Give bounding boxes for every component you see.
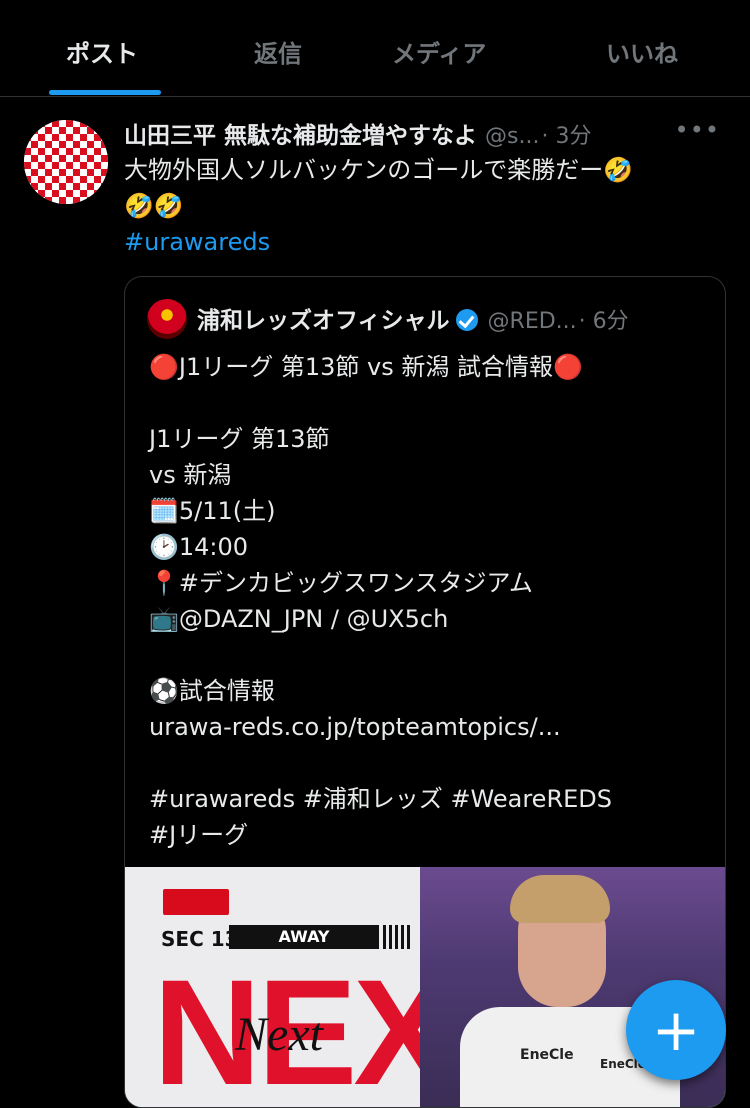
jleague-logo [163,889,229,915]
quote-line: 📍#デンカビッグスワンスタジアム [149,569,533,597]
tweet-text-line: 大物外国人ソルバッケンのゴールで楽勝だー🤣 [124,156,634,184]
quote-line: 🔴J1リーグ 第13節 vs 新潟 試合情報🔴 [149,353,583,381]
quote-display-name[interactable]: 浦和レッズオフィシャル [197,308,450,334]
quote-handle[interactable]: @RED... [488,309,577,334]
quote-line-gap [149,637,709,673]
sponsor-label: EneCle [520,1047,574,1063]
tab-replies[interactable]: 返信 [254,34,302,69]
quote-header: 浦和レッズオフィシャル @RED...· 6分 [197,301,717,337]
quote-hashtags[interactable]: #urawareds #浦和レッズ #WeareREDS [149,781,709,817]
quote-avatar[interactable] [147,299,187,339]
tab-media[interactable]: メディア [392,34,486,69]
quote-line: ⚽試合情報 [149,677,275,705]
player-hair [510,875,610,923]
display-name[interactable]: 山田三平 無駄な補助金増やすなよ [124,123,477,149]
plus-icon: + [651,996,701,1064]
active-tab-indicator [49,90,161,95]
more-horizontal-icon[interactable]: ••• [675,116,720,144]
tweet-header: 山田三平 無駄な補助金増やすなよ @s...· 3分 ••• [124,116,724,152]
quote-line-gap [149,745,709,781]
quote-line: 🕑14:00 [149,533,249,561]
match-graphic-left: SEC 13 AWAY NEXT Next [125,867,541,1107]
profile-tabs: ポスト 返信 メディア いいね [0,0,750,97]
quote-line: 📺@DAZN_JPN / @UX5ch [149,605,449,633]
handle[interactable]: @s... [485,124,539,149]
verified-badge-icon [455,309,478,331]
tweet-text-line: 🤣🤣 [124,192,184,220]
next-script-text: Next [235,1008,323,1061]
tab-posts[interactable]: ポスト [66,34,138,69]
hashtag-link[interactable]: #urawareds [124,224,724,260]
barcode-graphic [383,925,411,949]
quote-line: vs 新潟 [149,461,232,489]
quote-line: J1リーグ 第13節 [149,425,330,453]
away-label: AWAY [229,925,379,949]
tab-likes[interactable]: いいね [606,34,678,69]
quote-text: 🔴J1リーグ 第13節 vs 新潟 試合情報🔴 J1リーグ 第13節 vs 新潟… [149,349,709,853]
compose-button[interactable]: + [626,980,726,1080]
quote-link[interactable]: urawa-reds.co.jp/topteamtopics/... [149,709,709,745]
timestamp[interactable]: · 3分 [541,124,591,149]
avatar[interactable] [24,120,108,204]
quote-hashtags[interactable]: #Jリーグ [149,817,709,853]
quote-line: 🗓️5/11(土) [149,497,276,525]
quote-line-gap [149,385,709,421]
tweet-text: 大物外国人ソルバッケンのゴールで楽勝だー🤣 🤣🤣 #urawareds [124,152,724,260]
quote-timestamp[interactable]: · 6分 [579,309,629,334]
